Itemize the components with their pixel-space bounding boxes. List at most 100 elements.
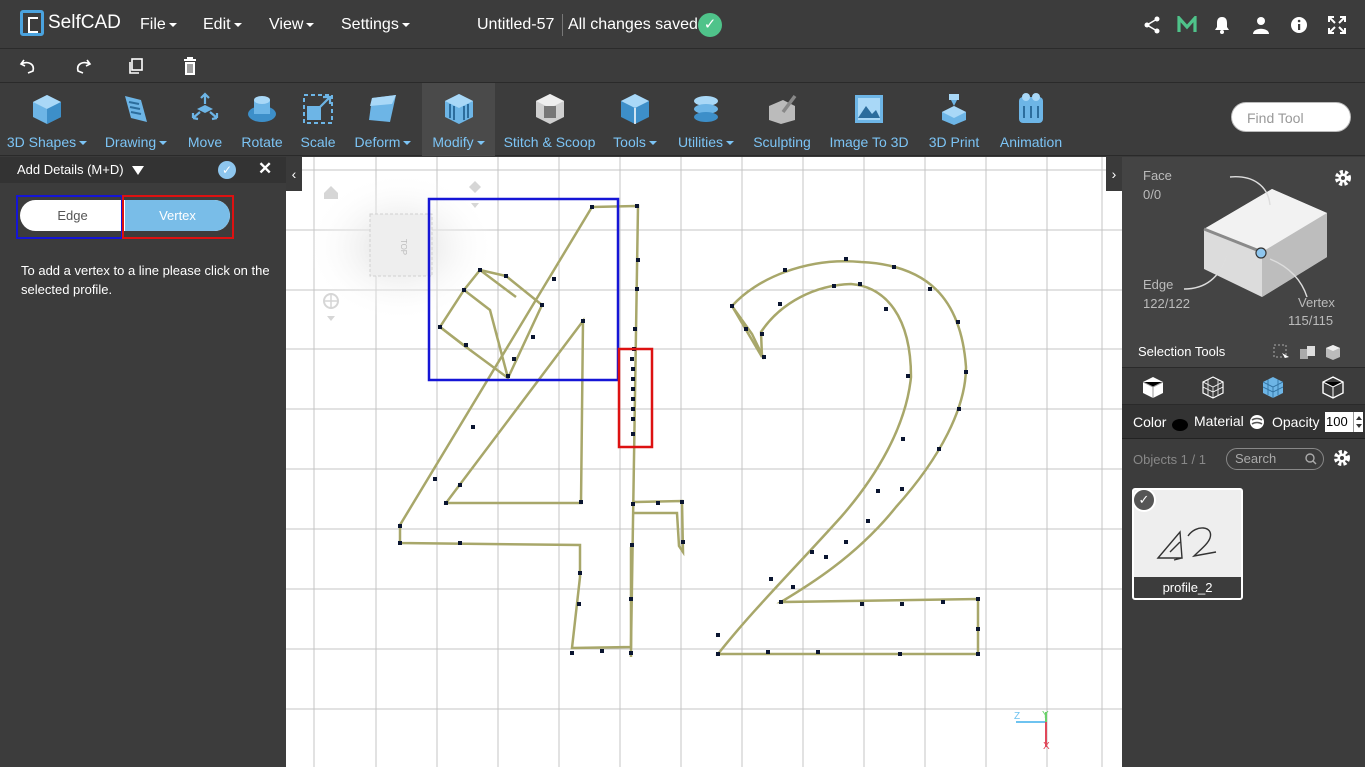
face-mode-icon[interactable] [1261, 375, 1285, 399]
m-logo-icon[interactable] [1176, 14, 1198, 36]
color-swatch[interactable] [1172, 419, 1188, 431]
object-thumbnail [1156, 527, 1217, 561]
tool-label: Scale [300, 134, 336, 150]
close-icon[interactable]: ✕ [258, 159, 272, 179]
tool-label: Rotate [241, 134, 283, 150]
objects-header: Objects 1 / 1 Search [1122, 446, 1365, 476]
utilities-icon [694, 96, 718, 122]
canvas-scene[interactable]: TOP Z Y X [286, 157, 1122, 767]
tool-label: Stitch & Scoop [503, 134, 596, 150]
3d-print-icon [942, 94, 966, 125]
trash-icon[interactable] [179, 55, 201, 77]
tool-3d-shapes[interactable]: 3D Shapes [7, 83, 87, 156]
tool-scale[interactable]: Scale [297, 83, 339, 156]
save-status: All changes saved [568, 16, 698, 33]
tool-sculpting[interactable]: Sculpting [750, 83, 814, 156]
object-mode-icon[interactable] [1141, 375, 1165, 399]
tool-drawing[interactable]: Drawing [102, 83, 170, 156]
color-label: Color [1133, 414, 1167, 430]
confirm-check-icon[interactable]: ✓ [218, 161, 236, 179]
tool-modify[interactable]: Modify [422, 83, 495, 156]
axis-x-label: X [1043, 741, 1050, 752]
profile-2[interactable] [715, 260, 980, 656]
history-bar [0, 49, 1365, 83]
right-panel: Face 0/0 Edge 122/122 Vertex 115/115 Sel… [1122, 157, 1365, 767]
selection-cube-icon[interactable] [1122, 157, 1365, 337]
panel-header: Add Details (M+D) [0, 157, 286, 183]
deform-icon [369, 95, 396, 122]
copy-icon[interactable] [125, 55, 147, 77]
tool-label: Utilities [678, 134, 734, 150]
selection-tools-label: Selection Tools [1138, 344, 1226, 359]
box-select-icon[interactable] [1272, 343, 1290, 361]
document-title[interactable]: Untitled-57 [477, 16, 554, 34]
divider [562, 14, 563, 36]
material-label: Material [1194, 413, 1244, 429]
multi-cube-select-icon[interactable] [1298, 343, 1316, 361]
user-icon[interactable] [1250, 14, 1272, 36]
move-icon [191, 92, 219, 121]
tool-label: Tools [613, 134, 657, 150]
tool-image-to-3d[interactable]: Image To 3D [828, 83, 910, 156]
cube-icon [33, 95, 61, 124]
cube-select-icon[interactable] [1324, 343, 1342, 361]
material-icon[interactable] [1249, 414, 1265, 430]
tool-3d-print[interactable]: 3D Print [926, 83, 982, 156]
search-icon [1305, 453, 1317, 465]
axis-z-label: Z [1014, 711, 1020, 722]
info-icon[interactable] [1288, 14, 1310, 36]
bell-icon[interactable] [1211, 14, 1233, 36]
tool-label: Deform [355, 134, 412, 150]
redo-icon[interactable] [72, 55, 94, 77]
collapse-right-panel-button[interactable]: › [1106, 157, 1122, 191]
sculpting-icon [769, 94, 797, 124]
tool-rotate[interactable]: Rotate [238, 83, 286, 156]
app-name: SelfCAD [48, 12, 121, 33]
tool-tools[interactable]: Tools [610, 83, 660, 156]
mesh-mode-icon[interactable] [1201, 375, 1225, 399]
scale-icon [303, 94, 333, 124]
collapse-triangle-icon[interactable] [131, 166, 144, 176]
tool-utilities[interactable]: Utilities [674, 83, 738, 156]
modify-icon [444, 94, 473, 124]
share-icon[interactable] [1141, 14, 1163, 36]
object-name: profile_2 [1134, 577, 1241, 598]
saved-check-icon: ✓ [698, 13, 722, 37]
collapse-left-panel-button[interactable]: ‹ [286, 157, 302, 191]
color-material-opacity-row: Color Material Opacity 100 [1122, 405, 1365, 439]
wireframe-mode-icon[interactable] [1321, 375, 1345, 399]
3d-viewport[interactable]: TOP Z Y X ‹ › [286, 157, 1122, 767]
selfcad-logo[interactable]: SelfCAD [20, 10, 121, 36]
add-details-panel: Add Details (M+D) ✓ ✕ Edge Vertex To add… [0, 157, 286, 767]
tool-label: Sculpting [753, 134, 811, 150]
fullscreen-icon[interactable] [1326, 14, 1348, 36]
axis-gizmo: Z Y X [1014, 710, 1050, 752]
tool-label: 3D Shapes [7, 134, 87, 150]
object-card[interactable]: ✓ profile_2 [1132, 488, 1243, 600]
tool-move[interactable]: Move [182, 83, 228, 156]
objects-settings-gear-icon[interactable] [1333, 449, 1351, 467]
tool-animation[interactable]: Animation [996, 83, 1066, 156]
top-bar: SelfCAD File Edit View Settings Untitled… [0, 0, 1365, 49]
menu-file[interactable]: File [140, 16, 177, 34]
view-cube-label: TOP [399, 239, 408, 255]
tool-label: Drawing [105, 134, 167, 150]
tool-stitch-scoop[interactable]: Stitch & Scoop [503, 83, 596, 156]
selected-check-icon[interactable]: ✓ [1134, 490, 1156, 512]
instruction-text: To add a vertex to a line please click o… [21, 263, 270, 297]
opacity-input[interactable]: 100 [1325, 412, 1353, 432]
main-toolbar: 3D Shapes Drawing Move Rotate Scale Defo… [0, 83, 1365, 156]
animation-icon [1019, 93, 1043, 123]
selection-mode-row [1122, 367, 1365, 405]
menu-settings[interactable]: Settings [341, 16, 410, 34]
opacity-stepper[interactable] [1353, 412, 1363, 432]
opacity-label: Opacity [1272, 414, 1320, 430]
tool-deform[interactable]: Deform [350, 83, 416, 156]
undo-icon[interactable] [17, 55, 39, 77]
menu-edit[interactable]: Edit [203, 16, 242, 34]
home-icon[interactable] [324, 186, 338, 199]
objects-search-input[interactable]: Search [1226, 448, 1324, 470]
menu-view[interactable]: View [269, 16, 314, 34]
tool-label: Modify [432, 134, 484, 150]
find-tool-input[interactable]: Find Tool [1231, 102, 1351, 132]
